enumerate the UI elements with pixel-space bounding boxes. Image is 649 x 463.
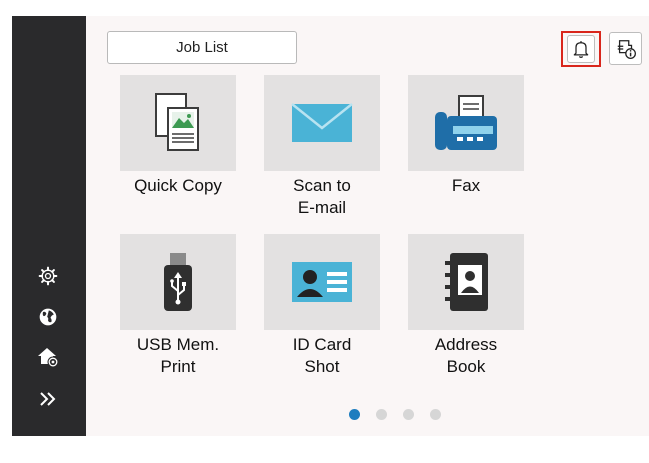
gear-icon [38, 266, 58, 286]
home-settings-icon [38, 348, 59, 368]
tile-label: USB Mem. Print [136, 335, 220, 376]
expand-sidebar-button[interactable] [34, 385, 62, 413]
tile-label: Fax [451, 176, 481, 195]
tile-icon-box [264, 234, 380, 330]
tile-icon-box [120, 234, 236, 330]
language-button[interactable] [34, 303, 62, 331]
tile-scan-to-email[interactable]: Scan to E-mail [264, 75, 380, 219]
fax-icon [435, 95, 497, 150]
sidebar [12, 16, 86, 436]
home-screen: Job List Quick Copy Scan to E-mail Fax U… [12, 16, 649, 436]
tile-label: ID Card Shot [292, 335, 352, 376]
notification-button[interactable] [561, 31, 601, 67]
tile-icon-box [408, 234, 524, 330]
tile-label: Quick Copy [134, 176, 222, 195]
address-book-icon [445, 253, 488, 311]
tile-quick-copy[interactable]: Quick Copy [120, 75, 236, 197]
bell-icon [573, 41, 589, 58]
double-chevron-right-icon [40, 392, 56, 406]
notification-button-inner [567, 35, 595, 63]
tile-label: Scan to E-mail [293, 176, 351, 217]
tile-icon-box [120, 75, 236, 171]
page-indicator [349, 409, 441, 420]
device-status-button[interactable] [609, 32, 642, 65]
tile-label: Address Book [434, 335, 498, 376]
usb-icon [164, 253, 192, 311]
device-info-icon [617, 39, 636, 59]
copy-icon [155, 93, 199, 151]
tile-address-book[interactable]: Address Book [408, 234, 524, 378]
id-card-icon [292, 262, 352, 302]
globe-icon [39, 308, 57, 326]
page-dot[interactable] [430, 409, 441, 420]
tile-icon-box [264, 75, 380, 171]
tile-usb-mem-print[interactable]: USB Mem. Print [120, 234, 236, 378]
utility-button[interactable] [34, 262, 62, 290]
tile-fax[interactable]: Fax [408, 75, 524, 197]
page-dot[interactable] [376, 409, 387, 420]
job-list-button[interactable]: Job List [107, 31, 297, 64]
tile-icon-box [408, 75, 524, 171]
tile-id-card-shot[interactable]: ID Card Shot [264, 234, 380, 378]
home-settings-button[interactable] [34, 343, 62, 371]
page-dot[interactable] [349, 409, 360, 420]
email-icon [291, 103, 353, 142]
page-dot[interactable] [403, 409, 414, 420]
